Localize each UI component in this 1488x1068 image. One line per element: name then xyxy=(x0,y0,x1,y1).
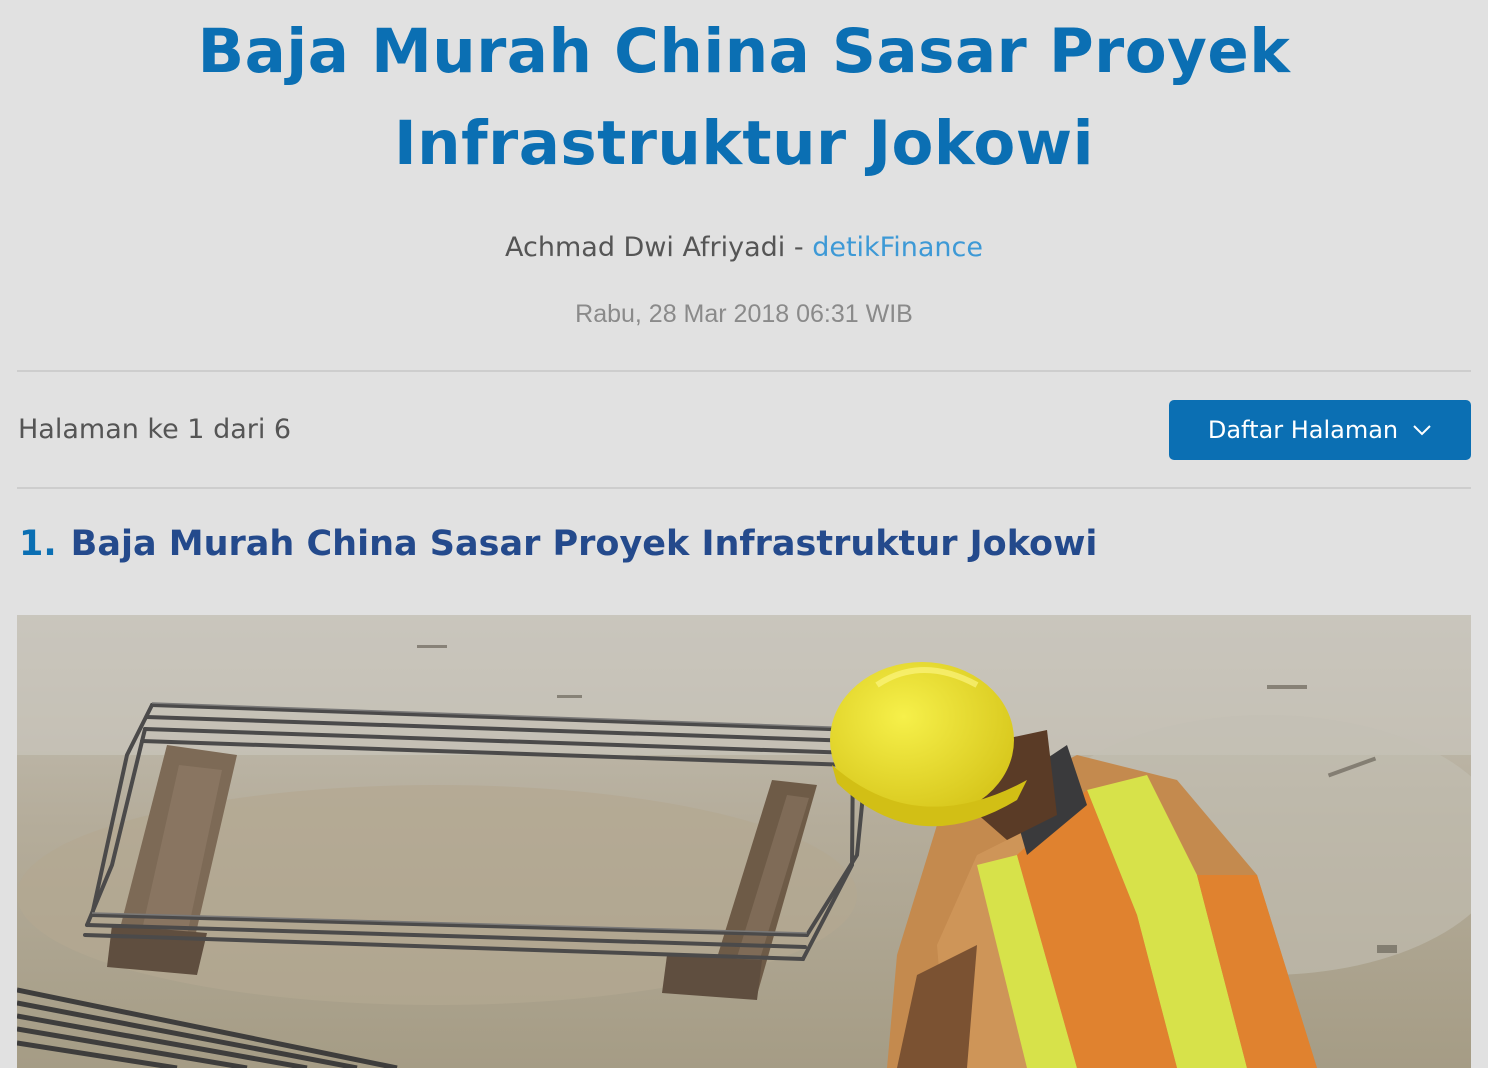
article-title: Baja Murah China Sasar Proyek Infrastruk… xyxy=(0,6,1488,190)
divider xyxy=(17,487,1471,489)
section-title: Baja Murah China Sasar Proyek Infrastruk… xyxy=(70,524,1098,564)
section-number: 1. xyxy=(19,524,57,564)
article-title-line2: Infrastruktur Jokowi xyxy=(393,108,1095,179)
page-list-button[interactable]: Daftar Halaman xyxy=(1169,400,1471,460)
page-list-button-label: Daftar Halaman xyxy=(1207,416,1399,444)
divider xyxy=(17,370,1471,372)
author-name: Achmad Dwi Afriyadi xyxy=(505,232,786,263)
byline: Achmad Dwi Afriyadi - detikFinance xyxy=(0,228,1488,268)
article-page: Baja Murah China Sasar Proyek Infrastruk… xyxy=(0,0,1488,1068)
publish-date: Rabu, 28 Mar 2018 06:31 WIB xyxy=(575,300,913,328)
chevron-down-icon xyxy=(1412,424,1432,436)
article-photo xyxy=(17,615,1471,1068)
page-indicator: Halaman ke 1 dari 6 xyxy=(18,414,292,445)
byline-separator: - xyxy=(785,232,813,263)
source-link[interactable]: detikFinance xyxy=(812,232,983,263)
article-title-line1: Baja Murah China Sasar Proyek xyxy=(197,16,1291,87)
section-heading: 1. Baja Murah China Sasar Proyek Infrastr… xyxy=(19,520,1097,568)
